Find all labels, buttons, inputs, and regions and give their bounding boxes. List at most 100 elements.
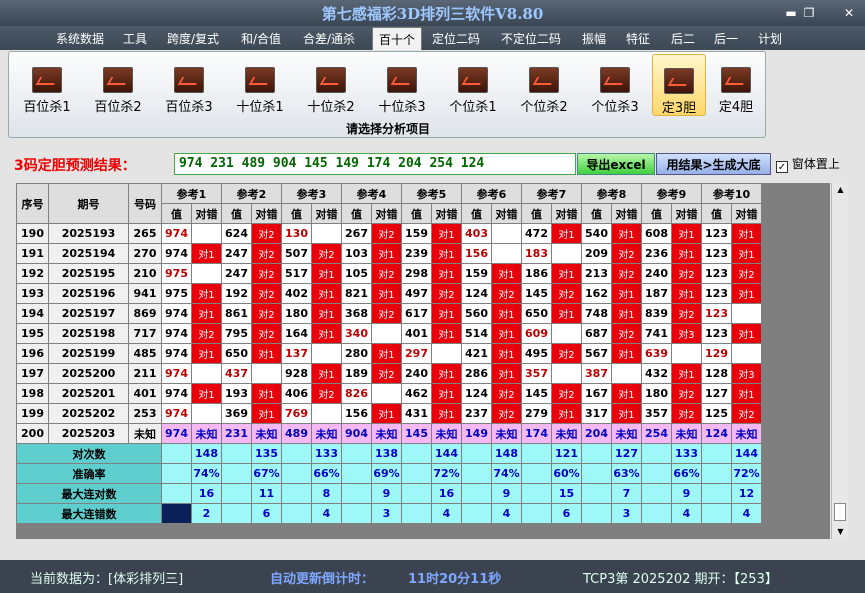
cell-hit: 对1 xyxy=(251,403,282,424)
stats-value: 72% xyxy=(431,463,462,484)
generate-button[interactable]: 用结果>生成大底 xyxy=(656,153,771,175)
header-period: 期号 xyxy=(48,183,129,224)
scroll-down-icon[interactable]: ▼ xyxy=(832,525,849,539)
stats-value: 16 xyxy=(191,483,222,504)
cell-value: 167 xyxy=(581,383,612,404)
cell-miss xyxy=(371,323,402,344)
table-row[interactable]: 196 2025199 485 974 对1 650 对1 137 280 对1 297 421 对1 4… xyxy=(16,343,762,364)
cell-miss xyxy=(251,363,282,384)
cell-hit: 对2 xyxy=(491,283,522,304)
stats-value: 16 xyxy=(431,483,462,504)
cell-value: 609 xyxy=(521,323,552,344)
chart-icon xyxy=(245,67,275,93)
cell-miss xyxy=(611,363,642,384)
ribbon-button-selected[interactable]: 定3胆 xyxy=(652,54,706,116)
cell-value: 741 xyxy=(641,323,672,344)
scroll-up-icon[interactable]: ▲ xyxy=(832,183,849,197)
cell-value: 156 xyxy=(341,403,372,424)
chart-icon xyxy=(600,67,630,93)
ribbon-button[interactable]: 十位杀1 xyxy=(229,54,291,116)
cell-hit: 对1 xyxy=(491,263,522,284)
cell-hit: 对1 xyxy=(671,283,702,304)
cell-value: 357 xyxy=(641,403,672,424)
menu-item[interactable]: 跨度/复式 xyxy=(167,30,219,47)
table-row[interactable]: 195 2025198 717 974 对2 795 对2 164 对1 340 401 对1 514 对… xyxy=(16,323,762,344)
ribbon-button[interactable]: 百位杀2 xyxy=(87,54,149,116)
stats-value: 60% xyxy=(551,463,582,484)
table-row[interactable]: 197 2025200 211 974 437 928 对1 189 对2 240 对1 286 对1 3… xyxy=(16,363,762,384)
cell-unknown: 未知 xyxy=(551,423,582,444)
cell-value: 560 xyxy=(461,303,492,324)
cell-value: 125 xyxy=(701,403,732,424)
cell-value: 280 xyxy=(341,343,372,364)
cell-value: 123 xyxy=(701,243,732,264)
stats-blank xyxy=(581,503,612,524)
menu-item[interactable]: 合差/通杀 xyxy=(303,30,355,47)
status-countdown: 11时20分11秒 xyxy=(408,572,502,587)
table-row-pending[interactable]: 200 2025203 未知 974 未知 231 未知 489 未知 904 未知 145 未知 149… xyxy=(16,423,762,444)
scroll-thumb[interactable] xyxy=(834,503,846,521)
cell-hit: 对1 xyxy=(491,363,522,384)
cell-value: 340 xyxy=(341,323,372,344)
stats-blank xyxy=(341,503,372,524)
table-row[interactable]: 199 2025202 253 974 369 对1 769 156 对1 431 对1 237 对2 2… xyxy=(16,403,762,424)
cell-hit: 对3 xyxy=(671,323,702,344)
menu-item[interactable]: 系统数据 xyxy=(56,30,104,47)
cell-hit: 对1 xyxy=(431,303,462,324)
cell-hit: 对2 xyxy=(311,383,342,404)
restore-icon[interactable]: ❐ xyxy=(800,5,818,21)
table-row[interactable]: 193 2025196 941 975 对1 192 对2 402 对1 821 对1 497 对2 12… xyxy=(16,283,762,304)
cell-seq: 194 xyxy=(16,303,49,324)
cell-code: 211 xyxy=(128,363,162,384)
menu-item-active[interactable]: 百十个 xyxy=(372,27,423,50)
export-excel-button[interactable]: 导出excel xyxy=(577,153,655,175)
stats-blank xyxy=(401,503,432,524)
ribbon-button[interactable]: 百位杀1 xyxy=(16,54,78,116)
stats-blank xyxy=(641,443,672,464)
vertical-scrollbar[interactable]: ▲ ▼ xyxy=(831,183,848,539)
minimize-icon[interactable]: ▬ xyxy=(782,5,800,21)
cell-hit: 对1 xyxy=(731,223,762,244)
menu-item[interactable]: 不定位二码 xyxy=(501,30,561,47)
table-row[interactable]: 190 2025193 265 974 624 对2 130 267 对2 159 对1 403 472… xyxy=(16,223,762,244)
stats-value: 6 xyxy=(551,503,582,524)
menu-item[interactable]: 和/合值 xyxy=(241,30,281,47)
table-row[interactable]: 192 2025195 210 975 247 对2 517 对1 105 对2 298 对1 159 对… xyxy=(16,263,762,284)
cell-period: 2025202 xyxy=(48,403,129,424)
result-row: 3码定胆预测结果： 974 231 489 904 145 149 174 20… xyxy=(0,150,865,178)
cell-hit: 对1 xyxy=(491,343,522,364)
ontop-checkbox[interactable]: ✓ 窗体置上 xyxy=(776,155,840,173)
table-row[interactable]: 191 2025194 270 974 对1 247 对2 507 对2 103 对1 239 对1 15… xyxy=(16,243,762,264)
ribbon-button[interactable]: 百位杀3 xyxy=(158,54,220,116)
close-icon[interactable]: ✕ xyxy=(840,5,858,21)
ribbon-button[interactable]: 十位杀2 xyxy=(300,54,362,116)
data-grid: 序号 期号 号码 参考1 参考2 参考3 参考4 参考5 参考6 参考7 参考8… xyxy=(16,183,830,539)
cell-hit: 对1 xyxy=(311,323,342,344)
ribbon-button[interactable]: 定4胆 xyxy=(709,54,763,116)
ribbon-button[interactable]: 个位杀3 xyxy=(584,54,646,116)
cell-hit: 对1 xyxy=(551,403,582,424)
cell-miss xyxy=(731,343,762,364)
table-row[interactable]: 194 2025197 869 974 对1 861 对2 180 对1 368 对2 617 对1 56… xyxy=(16,303,762,324)
result-field[interactable]: 974 231 489 904 145 149 174 204 254 124 xyxy=(174,153,576,175)
stats-blank xyxy=(701,483,732,504)
menu-item[interactable]: 特征 xyxy=(626,30,650,47)
ribbon-button[interactable]: 个位杀1 xyxy=(442,54,504,116)
cell-value: 748 xyxy=(581,303,612,324)
cell-code: 253 xyxy=(128,403,162,424)
ribbon-button[interactable]: 十位杀3 xyxy=(371,54,433,116)
stats-value: 148 xyxy=(191,443,222,464)
cell-value: 472 xyxy=(521,223,552,244)
menu-item[interactable]: 定位二码 xyxy=(432,30,480,47)
menu-item[interactable]: 计划 xyxy=(758,30,782,47)
checkbox-icon[interactable]: ✓ xyxy=(776,161,788,173)
menu-item[interactable]: 后二 xyxy=(671,30,695,47)
table-row[interactable]: 198 2025201 401 974 对1 193 对1 406 对2 826 462 对1 124 对… xyxy=(16,383,762,404)
stats-value: 8 xyxy=(311,483,342,504)
ribbon-button[interactable]: 个位杀2 xyxy=(513,54,575,116)
menu-item[interactable]: 后一 xyxy=(714,30,738,47)
menu-item[interactable]: 工具 xyxy=(123,30,147,47)
stats-blank xyxy=(521,463,552,484)
cell-hit: 对2 xyxy=(371,363,402,384)
menu-item[interactable]: 振幅 xyxy=(582,30,606,47)
